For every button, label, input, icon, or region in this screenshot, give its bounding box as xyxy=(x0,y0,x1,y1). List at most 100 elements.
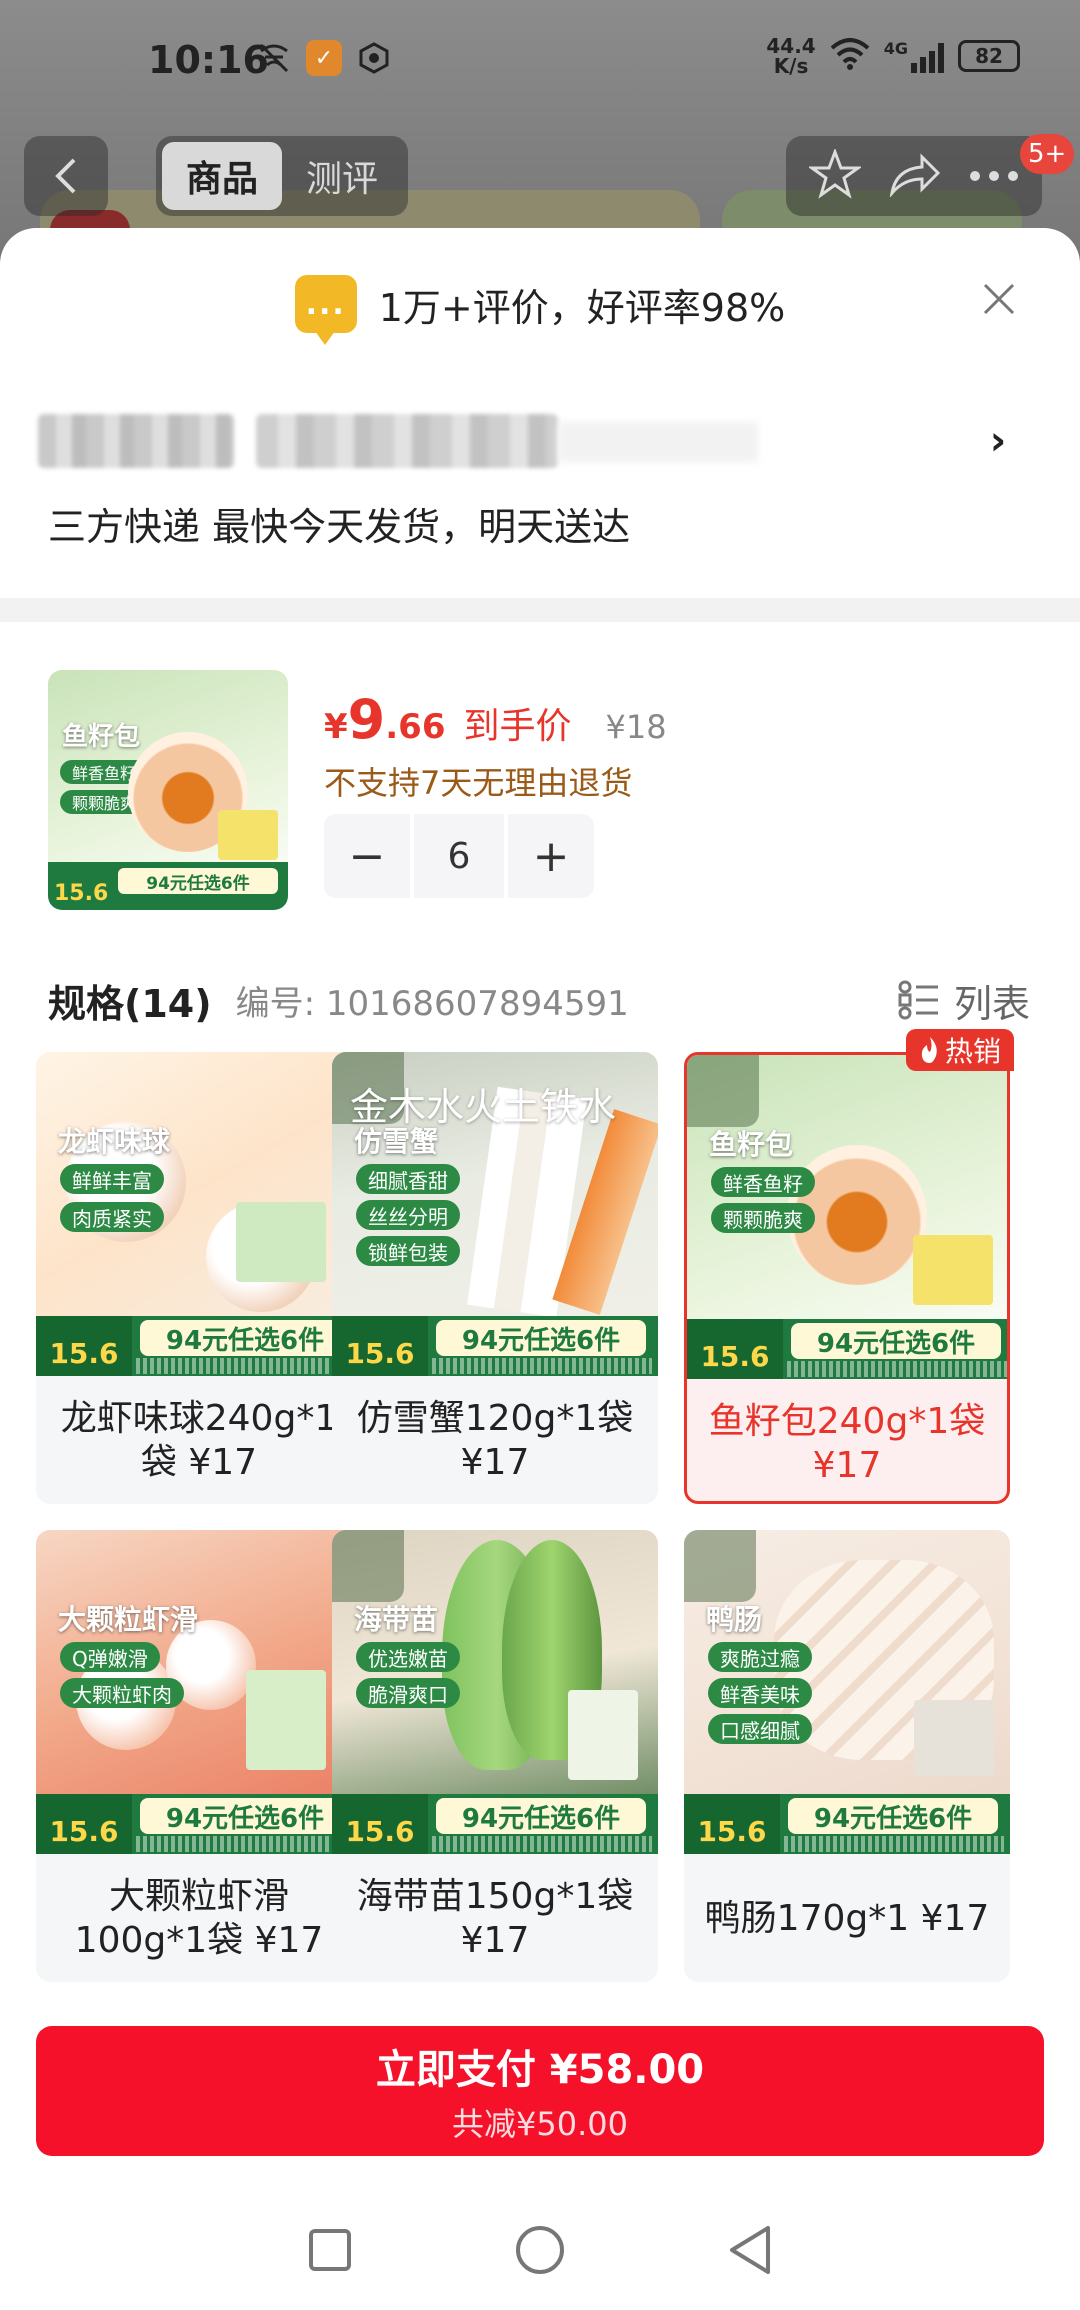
triangle-back-icon xyxy=(730,2226,770,2274)
sku-feature-chip: 鲜香鱼籽 xyxy=(711,1167,815,1197)
sku-image-label: 龙虾味球 xyxy=(58,1125,171,1158)
sku-card[interactable]: 大颗粒虾滑 Q弹嫩滑 大颗粒虾肉 15.6 94元任选6件 大颗粒虾滑100g*… xyxy=(36,1530,362,1982)
sku-image-label: 海带苗 xyxy=(354,1603,439,1636)
review-summary: 1万+评价，好评率98% xyxy=(378,285,786,330)
system-navigation-bar xyxy=(0,2190,1080,2310)
original-price: ¥18 xyxy=(605,708,667,746)
spec-title: 规格(14) xyxy=(48,981,212,1026)
sku-title: 龙虾味球240g*1袋 ¥17 xyxy=(60,1398,338,1483)
promo-banner: 15.6 94元任选6件 xyxy=(687,1319,1007,1379)
increase-quantity-button[interactable]: + xyxy=(508,814,594,898)
promo-fine-print xyxy=(784,1836,1004,1852)
sku-title: 鸭肠170g*1 ¥17 xyxy=(704,1898,990,1939)
back-button[interactable] xyxy=(24,136,108,216)
package-image xyxy=(218,810,278,860)
promo-text: 94元任选6件 xyxy=(436,1798,646,1834)
square-icon xyxy=(309,2229,351,2271)
promo-price: 15.6 xyxy=(687,1319,783,1379)
favorite-star-icon[interactable] xyxy=(807,147,864,203)
promo-banner: 15.6 94元任选6件 xyxy=(36,1316,362,1376)
package-image xyxy=(246,1670,326,1770)
circle-icon xyxy=(516,2226,564,2274)
promo-banner: 15.6 94元任选6件 xyxy=(332,1316,658,1376)
pay-now-label: 立即支付 ¥58.00 xyxy=(375,2047,705,2093)
thumb-promo-price: 15.6 xyxy=(54,881,109,906)
price-integer: 9 xyxy=(347,688,386,751)
selected-product-thumbnail[interactable]: 鱼籽包 鲜香鱼籽 颗颗脆爽 15.6 94元任选6件 xyxy=(48,670,288,910)
package-image xyxy=(913,1235,993,1305)
promo-price: 15.6 xyxy=(684,1794,780,1854)
screen: 10:16 ✓ 44.4 K/s 4G 82 商品 测评 5+ ... 1万+评… xyxy=(0,0,1080,2310)
sku-card[interactable]: 金木水火土铁水 仿雪蟹 细腻香甜 丝丝分明 锁鲜包装 15.6 94元任选6件 … xyxy=(332,1052,658,1504)
review-chat-icon: ... xyxy=(294,275,357,345)
price-decimal: .66 xyxy=(385,707,446,747)
network-speed-unit: K/s xyxy=(773,54,809,78)
sku-title: 大颗粒虾滑100g*1袋 ¥17 xyxy=(74,1876,324,1961)
list-view-label: 列表 xyxy=(953,981,1030,1026)
close-button[interactable] xyxy=(972,272,1026,326)
promo-price: 15.6 xyxy=(332,1316,428,1376)
promo-price: 15.6 xyxy=(36,1794,132,1854)
close-icon xyxy=(983,283,1015,315)
brand-logo xyxy=(332,1530,404,1602)
sku-title: 海带苗150g*1袋 ¥17 xyxy=(356,1876,634,1961)
sku-selection-sheet: ... 1万+评价，好评率98% › 三方快递 最快今天发货，明天送达 鱼籽包 … xyxy=(0,228,1080,2310)
delivery-address-row[interactable]: › xyxy=(38,406,1038,476)
sku-title: 仿雪蟹120g*1袋 ¥17 xyxy=(356,1398,634,1483)
sku-feature-chip: 脆滑爽口 xyxy=(356,1678,460,1708)
quantity-value[interactable]: 6 xyxy=(414,814,504,898)
pay-now-button[interactable]: 立即支付 ¥58.00 共减¥50.00 xyxy=(36,2026,1044,2156)
promo-text: 94元任选6件 xyxy=(788,1798,998,1834)
tab-review[interactable]: 测评 xyxy=(282,142,402,210)
network-speed-value: 44.4 xyxy=(766,34,816,58)
back-nav-button[interactable] xyxy=(720,2220,780,2280)
package-image xyxy=(568,1690,638,1780)
sku-feature-chip: 肉质紧实 xyxy=(60,1202,164,1232)
sku-card[interactable]: 海带苗 优选嫩苗 脆滑爽口 15.6 94元任选6件 海带苗150g*1袋 ¥1… xyxy=(332,1530,658,1982)
sku-feature-chip: 锁鲜包装 xyxy=(356,1236,460,1266)
list-view-toggle[interactable]: 列表 xyxy=(898,970,1030,1030)
more-icon[interactable] xyxy=(969,167,1019,186)
final-price: ¥9.66 xyxy=(324,688,445,751)
network-speed: 44.4 K/s xyxy=(766,36,815,76)
list-icon xyxy=(898,980,938,1020)
decrease-quantity-button[interactable]: − xyxy=(324,814,410,898)
sku-card[interactable]: 龙虾味球 鲜鲜丰富 肉质紧实 15.6 94元任选6件 龙虾味球240g*1袋 … xyxy=(36,1052,362,1504)
promo-fine-print xyxy=(136,1836,356,1852)
status-bar: 10:16 ✓ 44.4 K/s 4G 82 xyxy=(0,0,1080,125)
sku-image: 大颗粒虾滑 Q弹嫩滑 大颗粒虾肉 15.6 94元任选6件 xyxy=(36,1530,362,1854)
flame-icon xyxy=(921,1037,937,1063)
battery-level: 82 xyxy=(975,44,1003,68)
price-line: ¥9.66 到手价 ¥18 xyxy=(324,688,667,751)
sku-feature-chip: 细腻香甜 xyxy=(356,1164,460,1194)
return-policy-note: 不支持7天无理由退货 xyxy=(324,764,633,802)
review-summary-row[interactable]: ... 1万+评价，好评率98% xyxy=(0,264,1080,345)
promo-text: 94元任选6件 xyxy=(436,1320,646,1356)
home-button[interactable] xyxy=(510,2220,570,2280)
brand-logo xyxy=(687,1055,759,1127)
promo-text: 94元任选6件 xyxy=(140,1798,350,1834)
share-icon[interactable] xyxy=(888,151,942,201)
promo-text: 94元任选6件 xyxy=(791,1323,1001,1359)
sku-image-label: 鸭肠 xyxy=(706,1603,763,1636)
sku-image-label: 大颗粒虾滑 xyxy=(58,1603,199,1636)
sku-feature-chip: 丝丝分明 xyxy=(356,1200,460,1230)
promo-fine-print xyxy=(432,1358,652,1374)
currency-symbol: ¥ xyxy=(324,707,348,747)
shield-app-icon xyxy=(356,40,392,76)
tab-product[interactable]: 商品 xyxy=(162,142,282,210)
sku-feature-chip: 爽脆过瘾 xyxy=(708,1642,812,1672)
sku-image: 鱼籽包 鲜香鱼籽 颗颗脆爽 15.6 94元任选6件 xyxy=(687,1055,1007,1379)
battery-icon: 82 xyxy=(958,40,1020,72)
sku-card-selected[interactable]: 鱼籽包 鲜香鱼籽 颗颗脆爽 15.6 94元任选6件 鱼籽包240g*1袋 ¥1… xyxy=(684,1052,1010,1504)
app-notification-icon: ✓ xyxy=(306,40,342,76)
promo-banner: 15.6 94元任选6件 xyxy=(36,1794,362,1854)
product-code: 编号: 10168607894591 xyxy=(235,983,629,1024)
sku-feature-chip: Q弹嫩滑 xyxy=(60,1642,160,1672)
promo-text: 94元任选6件 xyxy=(140,1320,350,1356)
sku-image: 鸭肠 爽脆过瘾 鲜香美味 口感细腻 15.6 94元任选6件 xyxy=(684,1530,1010,1854)
brand-logo xyxy=(684,1530,756,1602)
sku-image-label: 仿雪蟹 xyxy=(354,1125,439,1158)
sku-card[interactable]: 鸭肠 爽脆过瘾 鲜香美味 口感细腻 15.6 94元任选6件 鸭肠170g*1 … xyxy=(684,1530,1010,1982)
recent-apps-button[interactable] xyxy=(300,2220,360,2280)
